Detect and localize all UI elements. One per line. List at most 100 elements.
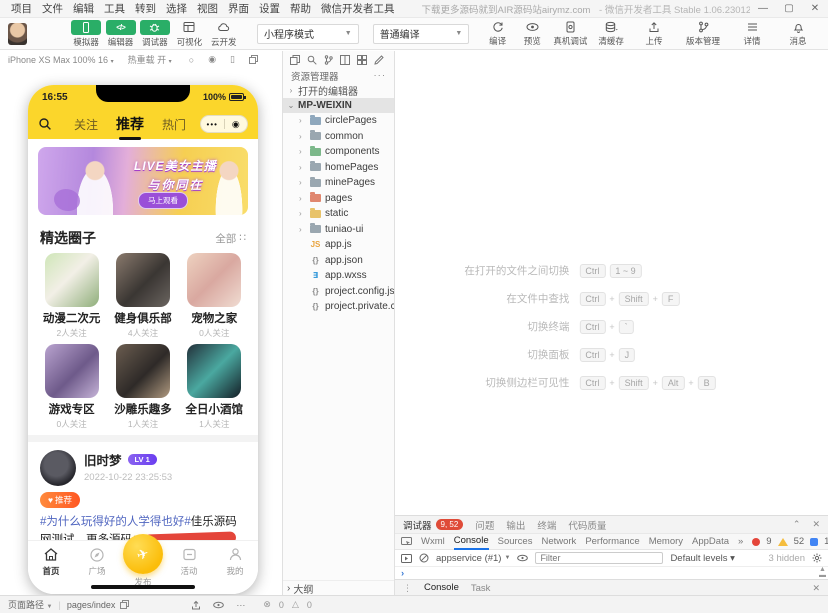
minimize-button[interactable]: —	[750, 3, 776, 14]
collapse-icon[interactable]: ⌃	[793, 519, 801, 530]
close-target-icon[interactable]: ◉	[225, 119, 248, 130]
context-selector[interactable]: appservice (#1) ▼	[436, 553, 510, 564]
tree-folder[interactable]: ›circlePages	[283, 113, 394, 129]
maximize-button[interactable]: ▢	[776, 3, 802, 14]
version-management-button[interactable]: 版本管理	[678, 20, 728, 47]
tab-problems[interactable]: 问题	[475, 518, 494, 532]
tab-code-quality[interactable]: 代码质量	[568, 518, 606, 532]
mode-dropdown[interactable]: 小程序模式 ▼	[257, 24, 359, 44]
editor-toggle-button[interactable]: </> 编辑器	[103, 20, 137, 48]
clear-cache-button[interactable]: 清缓存	[592, 20, 630, 47]
menu-tools[interactable]: 工具	[99, 1, 130, 16]
tree-folder[interactable]: ›components	[283, 144, 394, 160]
scrollbar[interactable]: ▲▬	[819, 567, 826, 579]
split-editor-icon[interactable]	[340, 55, 350, 65]
menu-file[interactable]: 文件	[37, 1, 68, 16]
circle-item[interactable]: 全日小酒馆 1人关注	[179, 344, 250, 430]
compile-button[interactable]: 编译	[481, 20, 514, 47]
error-count[interactable]: 9	[766, 536, 771, 547]
open-editors-section[interactable]: › 打开的编辑器	[283, 83, 394, 98]
tab-hot[interactable]: 热门	[162, 116, 186, 133]
problem-counts[interactable]: ⊗ 0 △ 0	[263, 599, 312, 610]
tree-folder[interactable]: ›static	[283, 206, 394, 222]
menu-goto[interactable]: 转到	[130, 1, 161, 16]
tab-sources[interactable]: Sources	[498, 533, 533, 550]
tree-file[interactable]: {}project.config.json	[283, 284, 394, 300]
menu-settings[interactable]: 设置	[254, 1, 285, 16]
more-actions-icon[interactable]: ···	[374, 70, 387, 81]
tree-folder[interactable]: ›minePages	[283, 175, 394, 191]
tab-console[interactable]: Console	[454, 533, 489, 550]
more-icon[interactable]: ···	[236, 600, 245, 610]
console-settings-icon[interactable]	[812, 553, 822, 563]
tabbar-home[interactable]: 首页	[28, 546, 74, 594]
search-icon[interactable]	[307, 55, 317, 65]
message-count[interactable]: 10	[824, 536, 828, 547]
close-icon[interactable]: ✕	[812, 583, 820, 594]
warning-count[interactable]: 52	[794, 536, 805, 547]
promo-banner[interactable]: LIVE美女主播 与你同在 马上观看	[38, 147, 248, 215]
visualization-button[interactable]: 可视化	[172, 20, 206, 48]
inspect-icon[interactable]	[401, 537, 412, 547]
log-levels-dropdown[interactable]: Default levels ▾	[670, 553, 734, 564]
circle-item[interactable]: 游戏专区 0人关注	[36, 344, 107, 430]
tab-network[interactable]: Network	[541, 533, 576, 550]
debugger-toggle-button[interactable]: 调试器	[138, 20, 172, 48]
brush-icon[interactable]	[374, 55, 384, 65]
tree-file[interactable]: {}project.private.config.js...	[283, 299, 394, 315]
kebab-menu-icon[interactable]: ⋮	[403, 583, 412, 594]
tab-overflow-icon[interactable]: »	[738, 536, 743, 547]
see-all-link[interactable]: 全部 ∷	[215, 231, 246, 246]
tree-folder[interactable]: ›pages	[283, 191, 394, 207]
rotate-icon[interactable]: ○	[189, 55, 194, 65]
details-button[interactable]: 详情	[730, 20, 774, 47]
simulator-toggle-button[interactable]: 模拟器	[69, 20, 103, 48]
tab-appdata[interactable]: AppData	[692, 533, 729, 550]
more-icon[interactable]: •••	[201, 120, 224, 129]
tab-debugger[interactable]: 调试器 9, 52	[403, 518, 463, 532]
tab-recommend[interactable]: 推荐	[116, 114, 144, 134]
circle-item[interactable]: 沙雕乐趣多 1人关注	[107, 344, 178, 430]
circle-item[interactable]: 健身俱乐部 4人关注	[107, 253, 178, 339]
menu-interface[interactable]: 界面	[223, 1, 254, 16]
upload-button[interactable]: 上传	[632, 20, 676, 47]
tab-terminal[interactable]: 终端	[537, 518, 556, 532]
files-icon[interactable]	[290, 55, 300, 65]
avatar[interactable]	[40, 450, 76, 486]
page-path-value[interactable]: pages/index	[67, 600, 116, 610]
page-path-dropdown[interactable]: 页面路径 ▼	[8, 598, 52, 611]
tab-memory[interactable]: Memory	[649, 533, 683, 550]
tree-folder[interactable]: ›homePages	[283, 160, 394, 176]
compile-mode-dropdown[interactable]: 普通编译 ▼	[373, 24, 470, 44]
menu-devtools[interactable]: 微信开发者工具	[316, 1, 400, 16]
tab-wxml[interactable]: Wxml	[421, 533, 445, 550]
search-icon[interactable]	[38, 117, 52, 131]
close-icon[interactable]: ✕	[812, 519, 820, 530]
cloud-dev-button[interactable]: 云开发	[207, 20, 241, 48]
close-button[interactable]: ✕	[802, 3, 828, 14]
banner-watch-button[interactable]: 马上观看	[138, 192, 188, 209]
tab-output[interactable]: 输出	[506, 518, 525, 532]
outline-section[interactable]: › 大纲	[283, 580, 394, 595]
console-filter-input[interactable]	[535, 552, 663, 564]
device-frame-icon[interactable]: ▯	[230, 54, 235, 65]
tree-folder[interactable]: ›common	[283, 129, 394, 145]
drawer-tab-console[interactable]: Console	[424, 580, 459, 597]
console-sidebar-icon[interactable]	[401, 554, 412, 563]
eye-icon[interactable]	[213, 601, 224, 609]
tab-performance[interactable]: Performance	[585, 533, 639, 550]
tab-follow[interactable]: 关注	[74, 116, 98, 133]
circle-item[interactable]: 宠物之家 0人关注	[179, 253, 250, 339]
publish-button[interactable]: ✈	[123, 534, 163, 574]
user-avatar[interactable]	[8, 23, 27, 45]
post-author[interactable]: 旧时梦	[84, 450, 122, 469]
extensions-icon[interactable]	[357, 55, 367, 65]
circle-item[interactable]: 动漫二次元 2人关注	[36, 253, 107, 339]
hashtag-link[interactable]: #为什么玩得好的人学得也好#	[40, 516, 191, 528]
hot-reload-dropdown[interactable]: 热重载 开 ▾	[128, 53, 172, 66]
console-output-area[interactable]: › ▲▬	[395, 567, 828, 579]
real-device-debug-button[interactable]: 真机调试	[551, 20, 591, 47]
copy-icon[interactable]	[120, 600, 129, 609]
float-window-icon[interactable]	[249, 55, 258, 64]
menu-view[interactable]: 视图	[192, 1, 223, 16]
